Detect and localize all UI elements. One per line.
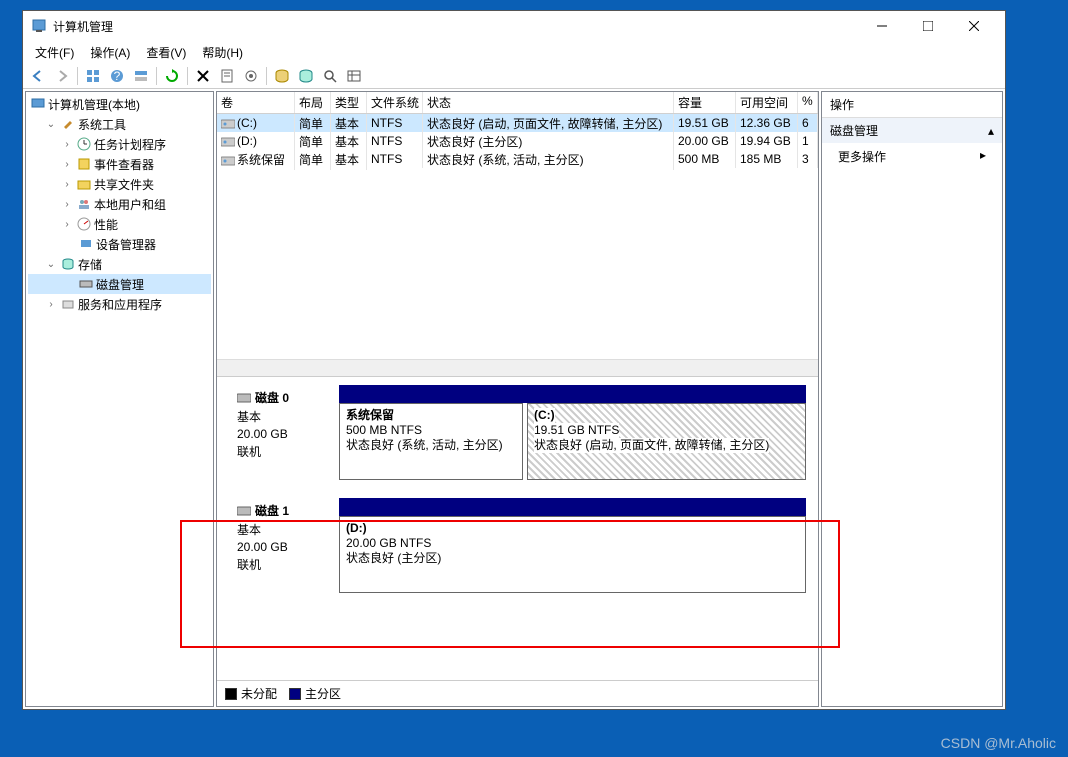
actions-panel: 操作 磁盘管理▴ 更多操作▸ — [821, 91, 1003, 707]
disk-header-bar — [339, 498, 806, 516]
svg-text:?: ? — [114, 69, 121, 83]
computer-icon — [30, 96, 46, 112]
menu-help[interactable]: 帮助(H) — [194, 42, 251, 63]
volume-row[interactable]: (D:)简单基本NTFS状态良好 (主分区)20.00 GB19.94 GB1 — [217, 132, 818, 150]
users-icon — [76, 196, 92, 212]
col-volume[interactable]: 卷 — [217, 92, 295, 113]
tree-storage[interactable]: ⌄存储 — [28, 254, 211, 274]
expand-icon[interactable]: › — [60, 179, 74, 190]
app-icon — [31, 18, 47, 34]
minimize-button[interactable] — [859, 12, 905, 40]
expand-icon[interactable]: › — [60, 139, 74, 150]
search-icon[interactable] — [319, 65, 341, 87]
partition[interactable]: (D:)20.00 GB NTFS状态良好 (主分区) — [339, 516, 806, 593]
properties-icon[interactable] — [216, 65, 238, 87]
tree-services[interactable]: ›服务和应用程序 — [28, 294, 211, 314]
window-title: 计算机管理 — [53, 18, 859, 35]
services-icon — [60, 296, 76, 312]
window: 计算机管理 文件(F) 操作(A) 查看(V) 帮助(H) ? — [22, 10, 1006, 710]
help-icon[interactable]: ? — [106, 65, 128, 87]
volume-row[interactable]: (C:)简单基本NTFS状态良好 (启动, 页面文件, 故障转储, 主分区)19… — [217, 114, 818, 132]
col-status[interactable]: 状态 — [423, 92, 674, 113]
collapse-icon[interactable]: ⌄ — [44, 259, 58, 270]
disk-view: 磁盘 0基本20.00 GB联机系统保留500 MB NTFS状态良好 (系统,… — [217, 377, 818, 680]
tree-systools[interactable]: ⌄系统工具 — [28, 114, 211, 134]
settings-icon[interactable] — [240, 65, 262, 87]
maximize-button[interactable] — [905, 12, 951, 40]
col-layout[interactable]: 布局 — [295, 92, 331, 113]
disk-mgmt-icon — [78, 276, 94, 292]
disk-icon-a[interactable] — [271, 65, 293, 87]
disk-info[interactable]: 磁盘 1基本20.00 GB联机 — [229, 498, 339, 593]
table-icon[interactable] — [343, 65, 365, 87]
actions-sub[interactable]: 磁盘管理▴ — [822, 118, 1002, 144]
close-button[interactable] — [951, 12, 997, 40]
volume-list: 卷 布局 类型 文件系统 状态 容量 可用空间 % (C:)简单基本NTFS状态… — [217, 92, 818, 377]
disk-row: 磁盘 1基本20.00 GB联机(D:)20.00 GB NTFS状态良好 (主… — [229, 498, 806, 593]
collapse-arrow-icon: ▴ — [988, 124, 994, 138]
legend: 未分配 主分区 — [217, 680, 818, 706]
col-fs[interactable]: 文件系统 — [367, 92, 423, 113]
tree-root[interactable]: 计算机管理(本地) — [28, 94, 211, 114]
col-percent[interactable]: % — [798, 92, 818, 113]
folder-share-icon — [76, 176, 92, 192]
disk-icon — [237, 392, 251, 403]
view-mode-icon[interactable] — [130, 65, 152, 87]
tree-perf[interactable]: ›性能 — [28, 214, 211, 234]
collapse-icon[interactable]: ⌄ — [44, 119, 58, 130]
tree-panel: 计算机管理(本地) ⌄系统工具 ›任务计划程序 ›事件查看器 ›共享文件夹 ›本… — [25, 91, 214, 707]
watermark: CSDN @Mr.Aholic — [941, 735, 1056, 751]
disk-header-bar — [339, 385, 806, 403]
legend-unallocated: 未分配 — [225, 685, 277, 702]
titlebar: 计算机管理 — [23, 11, 1005, 41]
volume-header: 卷 布局 类型 文件系统 状态 容量 可用空间 % — [217, 92, 818, 114]
window-controls — [859, 12, 997, 40]
partition[interactable]: 系统保留500 MB NTFS状态良好 (系统, 活动, 主分区) — [339, 403, 523, 480]
menubar: 文件(F) 操作(A) 查看(V) 帮助(H) — [23, 41, 1005, 63]
menu-action[interactable]: 操作(A) — [82, 42, 138, 63]
tree-diskmgmt[interactable]: 磁盘管理 — [28, 274, 211, 294]
expand-icon[interactable]: › — [44, 299, 58, 310]
device-icon — [78, 236, 94, 252]
hscrollbar[interactable] — [217, 359, 818, 376]
partition[interactable]: (C:)19.51 GB NTFS状态良好 (启动, 页面文件, 故障转储, 主… — [527, 403, 806, 480]
forward-button[interactable] — [51, 65, 73, 87]
actions-header: 操作 — [822, 92, 1002, 118]
disk-info[interactable]: 磁盘 0基本20.00 GB联机 — [229, 385, 339, 480]
refresh-icon[interactable] — [161, 65, 183, 87]
clock-icon — [76, 136, 92, 152]
menu-file[interactable]: 文件(F) — [27, 42, 82, 63]
expand-icon[interactable]: › — [60, 219, 74, 230]
col-free[interactable]: 可用空间 — [736, 92, 798, 113]
tree-tasksched[interactable]: ›任务计划程序 — [28, 134, 211, 154]
disk-icon — [237, 505, 251, 516]
event-icon — [76, 156, 92, 172]
tree-devicemgr[interactable]: 设备管理器 — [28, 234, 211, 254]
toolbar: ? — [23, 63, 1005, 89]
view-list-icon[interactable] — [82, 65, 104, 87]
tree-sharedfolders[interactable]: ›共享文件夹 — [28, 174, 211, 194]
perf-icon — [76, 216, 92, 232]
expand-icon[interactable]: › — [60, 199, 74, 210]
disk-icon-b[interactable] — [295, 65, 317, 87]
disk-row: 磁盘 0基本20.00 GB联机系统保留500 MB NTFS状态良好 (系统,… — [229, 385, 806, 480]
back-button[interactable] — [27, 65, 49, 87]
center-panel: 卷 布局 类型 文件系统 状态 容量 可用空间 % (C:)简单基本NTFS状态… — [216, 91, 819, 707]
storage-icon — [60, 256, 76, 272]
chevron-right-icon: ▸ — [980, 148, 986, 165]
action-more[interactable]: 更多操作▸ — [822, 144, 1002, 169]
tree-localusers[interactable]: ›本地用户和组 — [28, 194, 211, 214]
tree-eventviewer[interactable]: ›事件查看器 — [28, 154, 211, 174]
tools-icon — [60, 116, 76, 132]
col-type[interactable]: 类型 — [331, 92, 367, 113]
volume-row[interactable]: 系统保留简单基本NTFS状态良好 (系统, 活动, 主分区)500 MB185 … — [217, 150, 818, 168]
legend-primary: 主分区 — [289, 685, 341, 702]
delete-icon[interactable] — [192, 65, 214, 87]
menu-view[interactable]: 查看(V) — [138, 42, 194, 63]
col-capacity[interactable]: 容量 — [674, 92, 736, 113]
main-area: 计算机管理(本地) ⌄系统工具 ›任务计划程序 ›事件查看器 ›共享文件夹 ›本… — [23, 89, 1005, 709]
expand-icon[interactable]: › — [60, 159, 74, 170]
